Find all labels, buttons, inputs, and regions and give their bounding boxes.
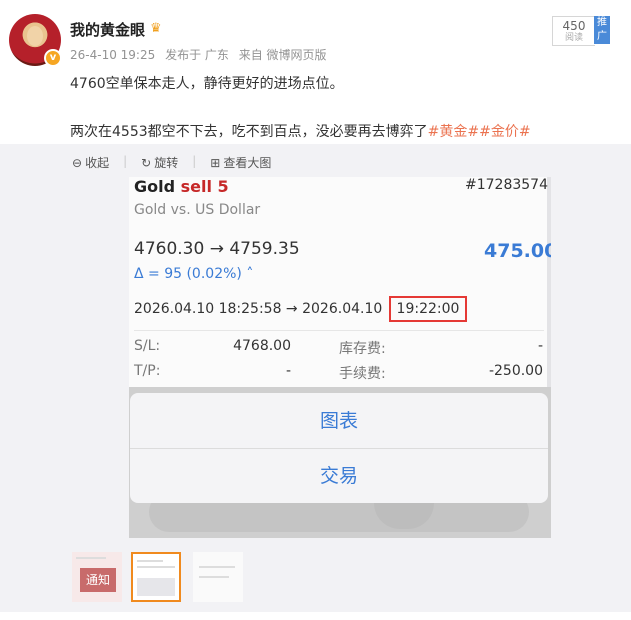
image-toolbar: ⊖ 收起 | ↻ 旋转 | ⊞ 查看大图 [72,154,271,171]
close-time-highlight: 19:22:00 [389,296,467,322]
thumb-notice: 通知 [80,568,116,592]
trade-description: Gold vs. US Dollar [134,202,261,218]
divider [134,330,544,331]
verified-icon: v [44,49,62,67]
scrollbar-track [547,177,551,387]
swap-label: 库存费: [339,341,386,357]
promo-button[interactable]: 推广 [594,16,610,44]
trade-delta: Δ = 95 (0.02%) ˄ [134,266,254,282]
trade-prices: 4760.30 → 4759.35 [134,239,300,259]
post-text-line2: 两次在4553都空不下去，吃不到百点，没必要再去博弈了#黄金##金价# [70,121,531,141]
thumb-sheet [137,578,175,596]
thumbnail-3[interactable] [193,552,243,602]
collapse-button[interactable]: ⊖ 收起 [72,154,109,171]
rotate-label: 旋转 [154,156,179,170]
post-image[interactable]: Gold sell 5 #17283574 Gold vs. US Dollar… [129,177,551,538]
post-date[interactable]: 26-4-10 19:25 [70,48,155,62]
crown-icon: ♛ [150,21,162,36]
chart-option[interactable]: 图表 [130,394,548,448]
post-meta: 26-4-10 19:25 发布于 广东 来自 微博网页版 [70,46,333,63]
trade-dates: 2026.04.10 18:25:58 → 2026.04.10 [134,301,383,317]
hashtag-link[interactable]: #黄金##金价# [428,124,531,140]
view-large-label: 查看大图 [223,156,272,170]
fee-label: 手续费: [339,366,386,382]
read-count-badge: 450 阅读 [552,16,595,46]
collapse-icon: ⊖ [72,155,83,170]
trade-title: Gold sell 5 [134,177,229,196]
tp-value: - [285,363,291,379]
read-label: 阅读 [564,33,583,43]
post-source: 来自 微博网页版 [238,48,327,62]
thumb-text-line [76,557,106,559]
collapse-label: 收起 [85,156,110,170]
thumb-text-line [199,566,235,568]
trade-option[interactable]: 交易 [130,449,548,503]
sl-value: 4768.00 [233,338,291,354]
tp-label: T/P: [134,363,161,379]
view-large-button[interactable]: ⊞ 查看大图 [210,154,271,171]
thumbnail-1[interactable]: 通知 [72,552,122,602]
trade-symbol: Gold [134,177,176,196]
thumb-text-line [137,566,175,568]
rotate-button[interactable]: ↻ 旋转 [141,154,178,171]
username[interactable]: 我的黄金眼 [70,19,145,40]
post-text-line1: 4760空单保本走人，静待更好的进场点位。 [70,76,344,92]
toolbar-divider: | [123,154,128,168]
thumbnail-2-selected[interactable] [131,552,181,602]
rotate-icon: ↻ [141,155,152,170]
thumb-text-line [199,576,229,578]
read-count: 450 [562,19,586,33]
post-text-body: 两次在4553都空不下去，吃不到百点，没必要再去博弈了 [70,124,428,140]
magnify-icon: ⊞ [210,155,221,170]
post-location: 发布于 广东 [165,48,229,62]
trade-side: sell 5 [180,177,229,196]
toolbar-divider: | [192,154,197,168]
swap-value: - [537,338,543,354]
trade-profit: 475.00 [484,240,551,262]
fee-value: -250.00 [488,363,543,379]
sl-label: S/L: [134,338,161,354]
avatar-face [27,26,43,46]
thumb-text-line [137,560,163,562]
trade-ticket: #17283574 [465,177,548,193]
